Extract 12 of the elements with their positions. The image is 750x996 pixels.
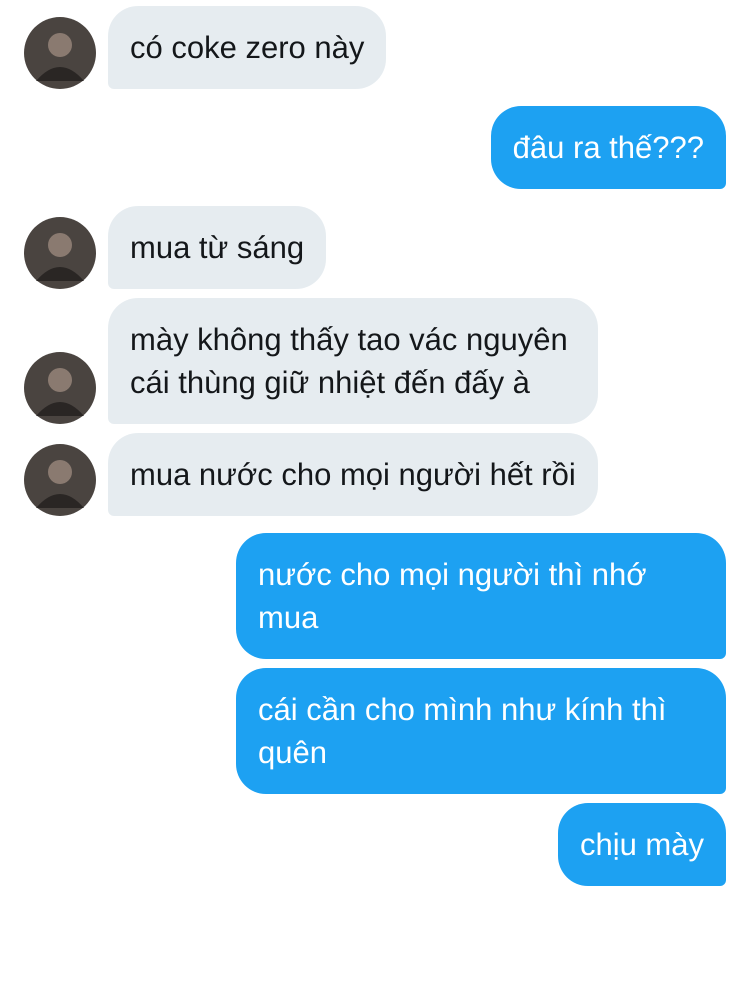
avatar-icon — [24, 217, 96, 289]
avatar-icon — [24, 17, 96, 89]
received-message: có coke zero này — [108, 6, 386, 89]
sent-message: đâu ra thế??? — [490, 106, 726, 189]
sent-message: nước cho mọi người thì nhớ mua — [236, 533, 726, 659]
avatar-icon — [24, 352, 96, 424]
avatar-icon — [24, 444, 96, 516]
sent-message: cái cần cho mình như kính thì quên — [236, 668, 726, 794]
received-message: mày không thấy tao vác nguyên cái thùng giữ nhiệt đến đấy à — [108, 298, 598, 424]
received-message: mua từ sáng — [108, 206, 326, 289]
received-message: mua nước cho mọi người hết rồi — [108, 433, 598, 516]
sent-message: chịu mày — [558, 803, 726, 886]
